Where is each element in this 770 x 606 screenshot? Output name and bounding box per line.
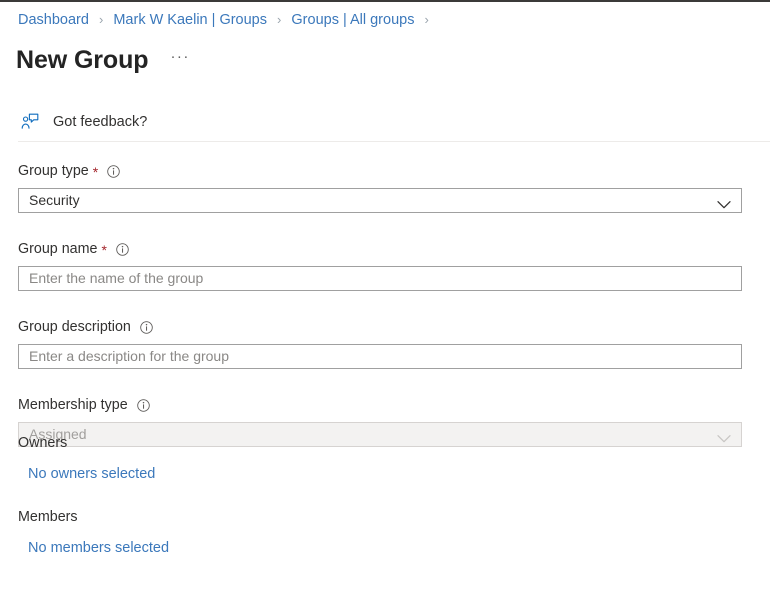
people-sections: Owners No owners selected Members No mem… xyxy=(18,434,418,557)
got-feedback-button[interactable]: Got feedback? xyxy=(20,112,147,132)
header-divider xyxy=(18,141,770,142)
required-marker: * xyxy=(92,164,99,180)
group-type-label-row: Group type * xyxy=(18,162,742,180)
group-description-label: Group description xyxy=(18,319,131,335)
field-group-type: Group type * Security xyxy=(18,162,742,213)
group-name-label: Group name xyxy=(18,241,98,257)
more-options-icon[interactable]: ··· xyxy=(170,42,190,78)
group-type-label: Group type xyxy=(18,163,89,179)
group-description-placeholder: Enter a description for the group xyxy=(29,348,230,364)
info-icon[interactable] xyxy=(107,164,120,178)
members-label: Members xyxy=(18,509,78,525)
members-select-link[interactable]: No members selected xyxy=(28,539,169,557)
owners-section: Owners No owners selected xyxy=(18,434,418,483)
required-marker: * xyxy=(101,242,107,258)
new-group-form: Group type * Security Group name * Enter… xyxy=(18,162,742,447)
chevron-down-icon xyxy=(717,196,731,208)
members-section: Members No members selected xyxy=(18,508,418,557)
page-header: New Group ··· xyxy=(16,42,190,78)
breadcrumb-separator-icon: › xyxy=(277,12,282,27)
breadcrumb: Dashboard › Mark W Kaelin | Groups › Gro… xyxy=(18,11,435,29)
breadcrumb-item-user-groups[interactable]: Mark W Kaelin | Groups xyxy=(113,12,267,28)
group-type-value: Security xyxy=(29,192,80,208)
breadcrumb-separator-icon: › xyxy=(98,12,104,27)
breadcrumb-item-dashboard[interactable]: Dashboard xyxy=(18,12,89,28)
group-description-label-row: Group description xyxy=(18,318,742,336)
field-group-name: Group name * Enter the name of the group xyxy=(18,240,742,291)
info-icon[interactable] xyxy=(140,320,153,334)
info-icon[interactable] xyxy=(136,398,150,412)
new-group-page: Dashboard › Mark W Kaelin | Groups › Gro… xyxy=(0,0,770,606)
group-name-placeholder: Enter the name of the group xyxy=(29,270,204,286)
breadcrumb-separator-icon: › xyxy=(424,12,429,27)
feedback-person-icon xyxy=(20,112,40,132)
owners-select-link[interactable]: No owners selected xyxy=(28,465,155,483)
group-name-label-row: Group name * xyxy=(18,240,742,258)
chevron-down-icon xyxy=(717,430,731,442)
group-name-input[interactable]: Enter the name of the group xyxy=(18,266,742,291)
membership-type-label: Membership type xyxy=(18,397,128,413)
page-title: New Group xyxy=(16,46,149,74)
group-type-dropdown[interactable]: Security xyxy=(18,188,742,213)
info-icon[interactable] xyxy=(116,242,129,256)
breadcrumb-item-all-groups[interactable]: Groups | All groups xyxy=(291,12,414,28)
got-feedback-label: Got feedback? xyxy=(53,114,148,130)
owners-label: Owners xyxy=(18,435,68,451)
field-group-description: Group description Enter a description fo… xyxy=(18,318,742,369)
membership-type-label-row: Membership type xyxy=(18,396,742,414)
group-description-input[interactable]: Enter a description for the group xyxy=(18,344,742,369)
